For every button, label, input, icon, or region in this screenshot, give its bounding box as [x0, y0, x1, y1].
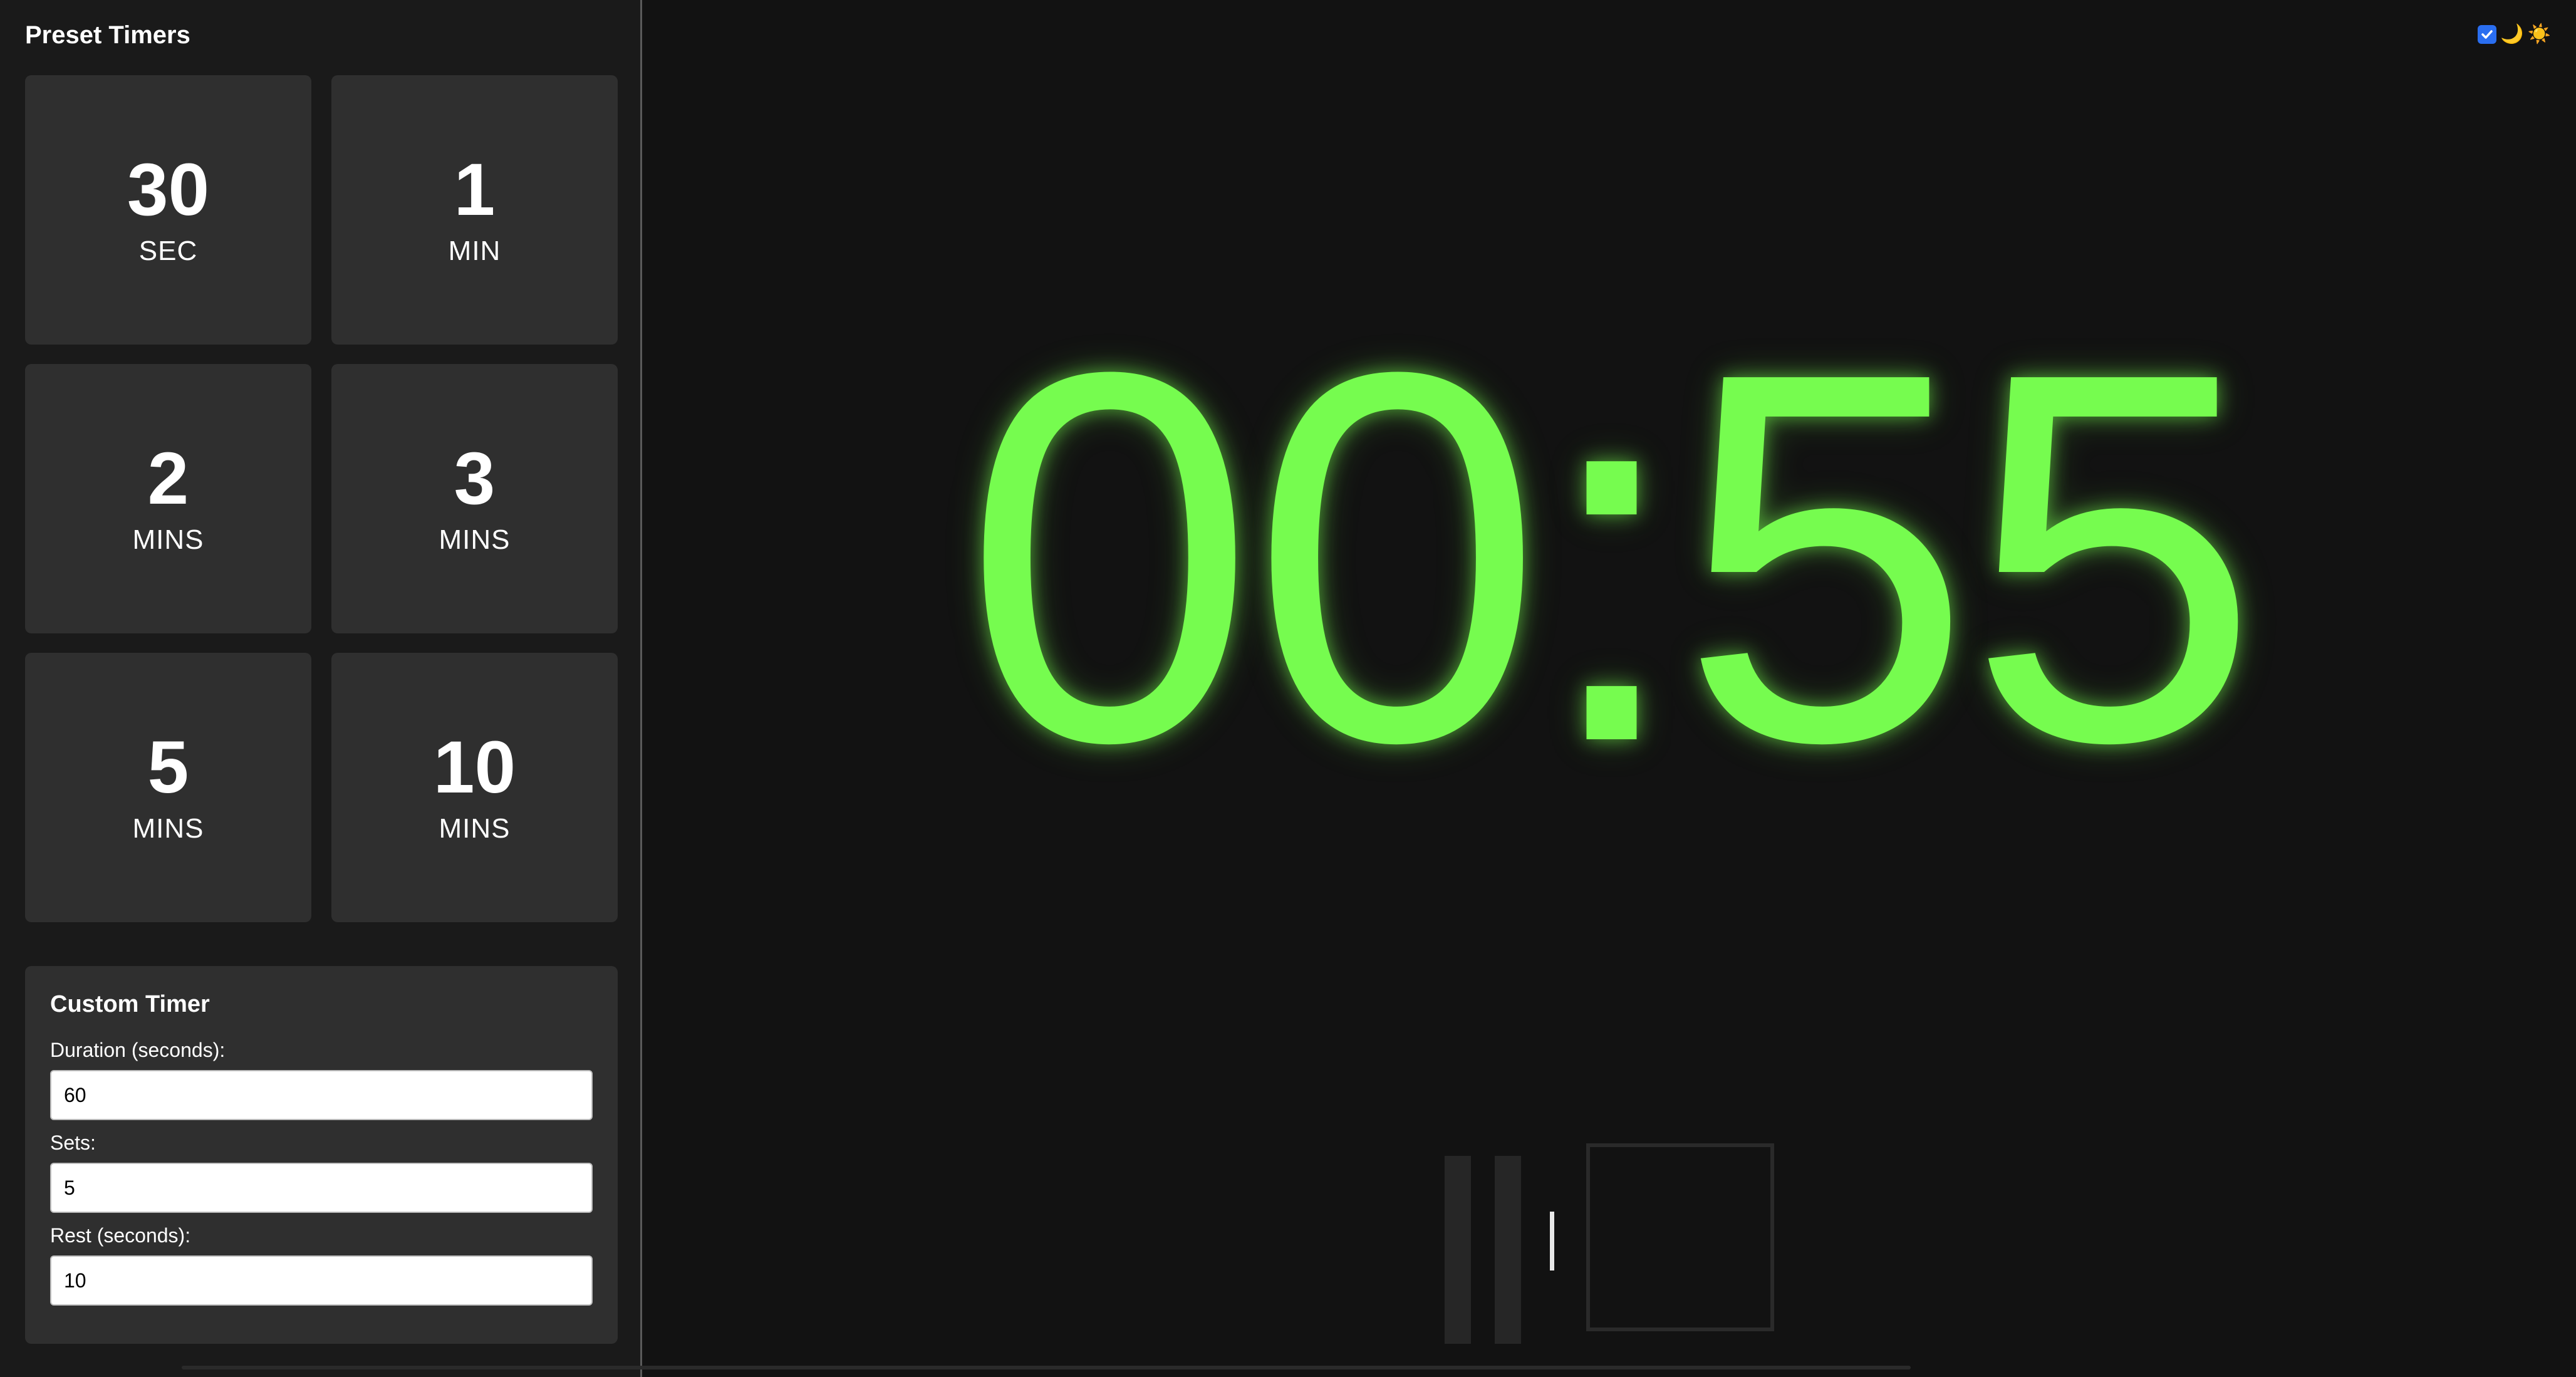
pause-icon-bar-left: [1445, 1156, 1471, 1344]
preset-value: 1: [454, 148, 496, 231]
preset-unit: MIN: [448, 236, 501, 266]
timer-display: 00:55: [963, 264, 2260, 851]
preset-2-mins-button[interactable]: 2 MINS: [25, 364, 311, 633]
preset-value: 30: [127, 148, 210, 231]
theme-toggle[interactable]: 🌙 ☀️: [2478, 25, 2551, 44]
duration-label: Duration (seconds):: [50, 1039, 226, 1061]
preset-unit: SEC: [138, 236, 198, 266]
preset-unit: MINS: [439, 813, 511, 844]
preset-unit: MINS: [132, 524, 204, 555]
preset-1-min-button[interactable]: 1 MIN: [331, 75, 618, 345]
sidebar-title: Preset Timers: [25, 21, 190, 49]
preset-30-sec-button[interactable]: 30 SEC: [25, 75, 311, 345]
pause-icon-bar-right: [1495, 1156, 1521, 1344]
preset-value: 5: [147, 726, 189, 809]
preset-value: 2: [147, 437, 189, 520]
preset-grid: 30 SEC 1 MIN 2 MINS 3 MINS 5 MINS 10 MIN…: [25, 75, 618, 922]
duration-input[interactable]: [50, 1070, 593, 1120]
timer-app: Preset Timers 30 SEC 1 MIN 2 MINS 3 MINS…: [0, 0, 2576, 1377]
preset-3-mins-button[interactable]: 3 MINS: [331, 364, 618, 633]
preset-5-mins-button[interactable]: 5 MINS: [25, 653, 311, 922]
sun-icon: ☀️: [2527, 24, 2551, 44]
rest-input[interactable]: [50, 1255, 593, 1306]
sidebar: Preset Timers 30 SEC 1 MIN 2 MINS 3 MINS…: [0, 0, 642, 1377]
text-cursor: [1550, 1212, 1554, 1270]
sets-label: Sets:: [50, 1131, 96, 1154]
theme-checkbox[interactable]: [2478, 25, 2497, 44]
rest-label: Rest (seconds):: [50, 1224, 191, 1247]
stop-button[interactable]: [1586, 1143, 1774, 1331]
preset-unit: MINS: [439, 524, 511, 555]
sets-input[interactable]: [50, 1163, 593, 1213]
preset-unit: MINS: [132, 813, 204, 844]
custom-timer-panel: Custom Timer Duration (seconds): Sets: R…: [25, 966, 618, 1344]
bottom-scrollbar[interactable]: [182, 1366, 1911, 1369]
checkmark-icon: [2481, 30, 2493, 39]
custom-timer-title: Custom Timer: [50, 991, 210, 1017]
moon-icon: 🌙: [2500, 24, 2524, 44]
preset-value: 10: [433, 726, 516, 809]
preset-10-mins-button[interactable]: 10 MINS: [331, 653, 618, 922]
preset-value: 3: [454, 437, 496, 520]
